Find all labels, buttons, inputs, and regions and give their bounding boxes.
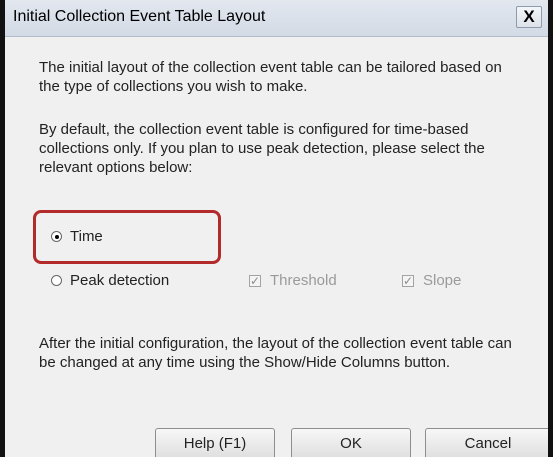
title-bar: Initial Collection Event Table Layout X (5, 0, 548, 37)
dialog-title: Initial Collection Event Table Layout (13, 8, 266, 25)
peak-detection-radio-button[interactable] (51, 275, 62, 286)
cancel-button[interactable]: Cancel (425, 428, 548, 457)
slope-checkbox: ✓ (402, 273, 414, 288)
help-button[interactable]: Help (F1) (155, 428, 275, 457)
peak-detection-label: Peak detection (70, 272, 170, 289)
close-button[interactable]: X (516, 6, 542, 28)
time-radio-button[interactable] (51, 231, 62, 242)
intro-text: The initial layout of the collection eve… (39, 59, 502, 95)
slope-checkbox-option: ✓ Slope (402, 272, 461, 289)
slope-label: Slope (423, 272, 462, 289)
dialog-window: Initial Collection Event Table Layout X … (0, 0, 553, 457)
default-config-text: By default, the collection event table i… (39, 121, 485, 176)
time-radio-option[interactable]: Time (51, 228, 103, 245)
peak-detection-radio-option[interactable]: Peak detection (51, 272, 169, 289)
threshold-label: Threshold (270, 272, 337, 289)
ok-button[interactable]: OK (291, 428, 411, 457)
layout-change-text: After the initial configuration, the lay… (39, 335, 512, 371)
threshold-checkbox-option: ✓ Threshold (249, 272, 337, 289)
threshold-checkbox: ✓ (249, 273, 261, 288)
close-icon: X (523, 7, 535, 26)
time-label: Time (70, 228, 103, 245)
